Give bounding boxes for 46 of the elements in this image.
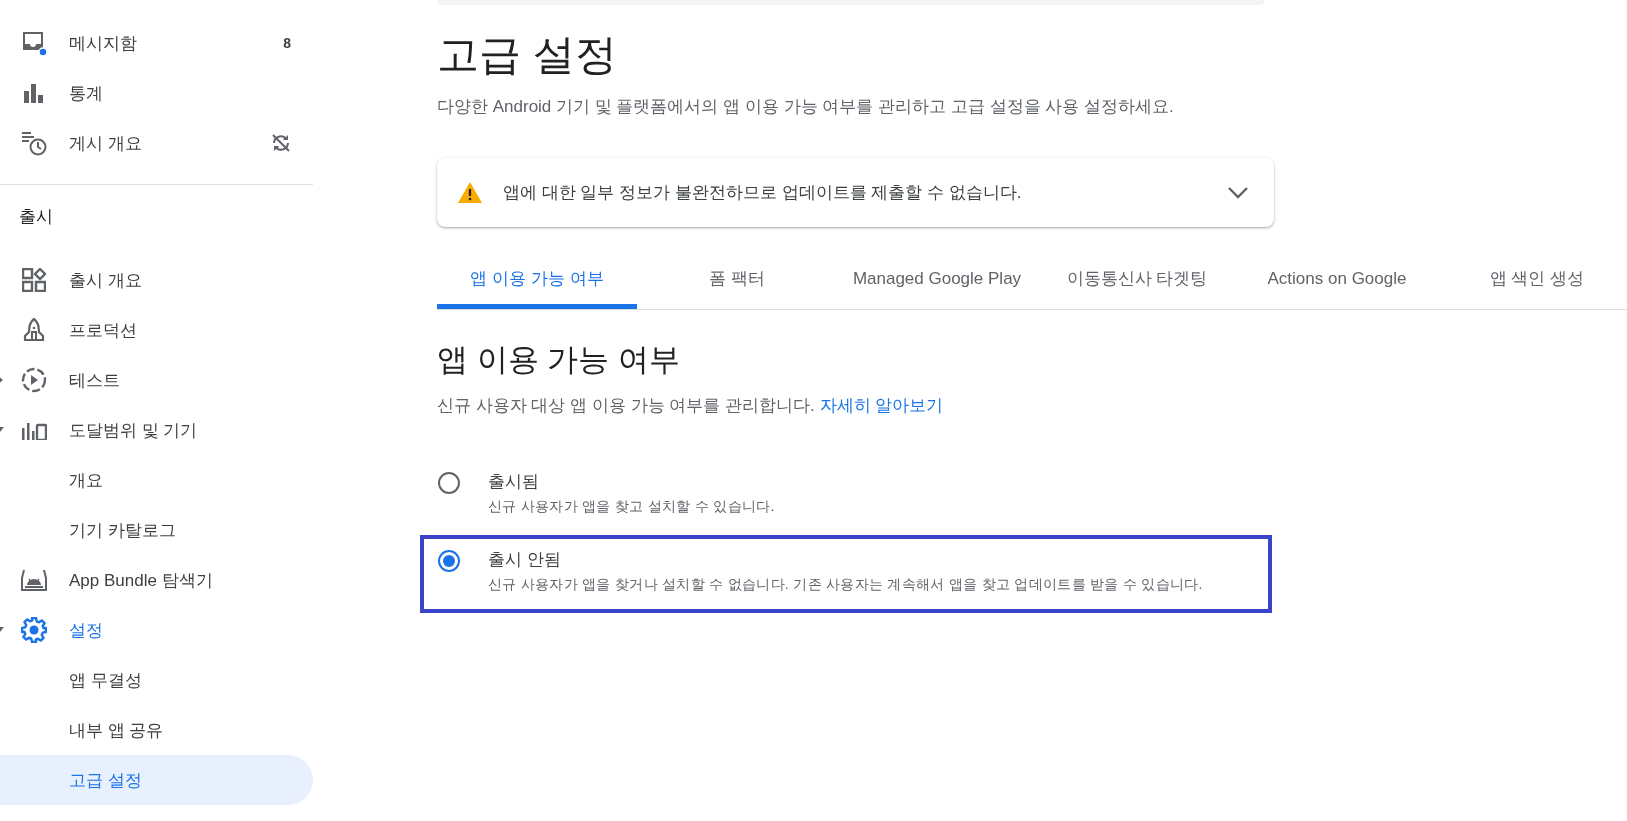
tab[interactable]: 앱 이용 가능 여부 <box>437 259 637 309</box>
radio-button[interactable] <box>438 472 460 494</box>
learn-more-link[interactable]: 자세히 알아보기 <box>819 396 944 415</box>
rocket-icon <box>23 318 45 342</box>
section-title: 앱 이용 가능 여부 <box>437 341 681 379</box>
list-clock-icon <box>21 130 47 156</box>
option-label: 출시됨 <box>488 471 540 493</box>
warning-message: 앱에 대한 일부 정보가 불완전하므로 업데이트를 제출할 수 없습니다. <box>503 182 1023 204</box>
nav-item[interactable]: 내부 앱 공유 <box>0 705 313 755</box>
inbox-icon <box>21 30 47 56</box>
option-description: 신규 사용자가 앱을 찾거나 설치할 수 없습니다. 기존 사용자는 계속해서 앱을 찾고 업데이트를 받을 수 있습니다. <box>488 576 1203 594</box>
warning-icon <box>457 181 483 204</box>
section-heading: 출시 <box>18 206 54 228</box>
radio-button[interactable] <box>438 550 460 572</box>
chevron-down-icon[interactable] <box>1228 186 1248 199</box>
count-text: 8 <box>283 35 291 51</box>
android-box-icon <box>20 568 48 592</box>
dashboard-icon <box>22 268 46 292</box>
page-title: 고급 설정 <box>437 30 618 80</box>
tab[interactable]: 폼 팩터 <box>637 259 837 309</box>
nav-item[interactable]: 메시지함 8 <box>0 18 313 68</box>
device-bars-icon <box>21 420 47 440</box>
nav-item[interactable]: 도달범위 및 기기 <box>0 405 313 455</box>
tab[interactable]: 이동통신사 타겟팅 <box>1037 259 1237 309</box>
nav-item[interactable]: 개요 <box>0 455 313 505</box>
nav-item[interactable]: 기기 카탈로그 <box>0 505 313 555</box>
play-circle-icon <box>21 367 47 393</box>
sync-off-icon <box>271 133 291 153</box>
nav-item[interactable]: 고급 설정 <box>0 755 313 805</box>
nav-item[interactable]: 테스트 <box>0 355 313 405</box>
tab[interactable]: 앱 색인 생성 <box>1437 259 1627 309</box>
nav-item[interactable]: 출시 개요 <box>0 255 313 305</box>
nav-item[interactable]: 통계 <box>0 68 313 118</box>
section-description: 신규 사용자 대상 앱 이용 가능 여부를 관리합니다. 자세히 알아보기 <box>437 395 945 417</box>
nav-item[interactable]: 프로덕션 <box>0 305 313 355</box>
page-description: 다양한 Android 기기 및 플랫폼에서의 앱 이용 가능 여부를 관리하고 고급 설정을 사용 설정하세요. <box>437 96 1175 118</box>
bar-chart-icon <box>23 83 45 103</box>
option-label: 출시 안됨 <box>488 549 562 571</box>
nav-item[interactable]: App Bundle 탐색기 <box>0 555 313 605</box>
nav-item[interactable]: 설정 <box>0 605 313 655</box>
tab[interactable]: Actions on Google <box>1237 259 1437 309</box>
tab[interactable]: Managed Google Play <box>837 259 1037 309</box>
nav-item[interactable]: 앱 무결성 <box>0 655 313 705</box>
settings-icon <box>21 617 47 643</box>
nav-item[interactable]: 게시 개요 <box>0 118 313 168</box>
option-description: 신규 사용자가 앱을 찾고 설치할 수 있습니다. <box>488 498 775 516</box>
